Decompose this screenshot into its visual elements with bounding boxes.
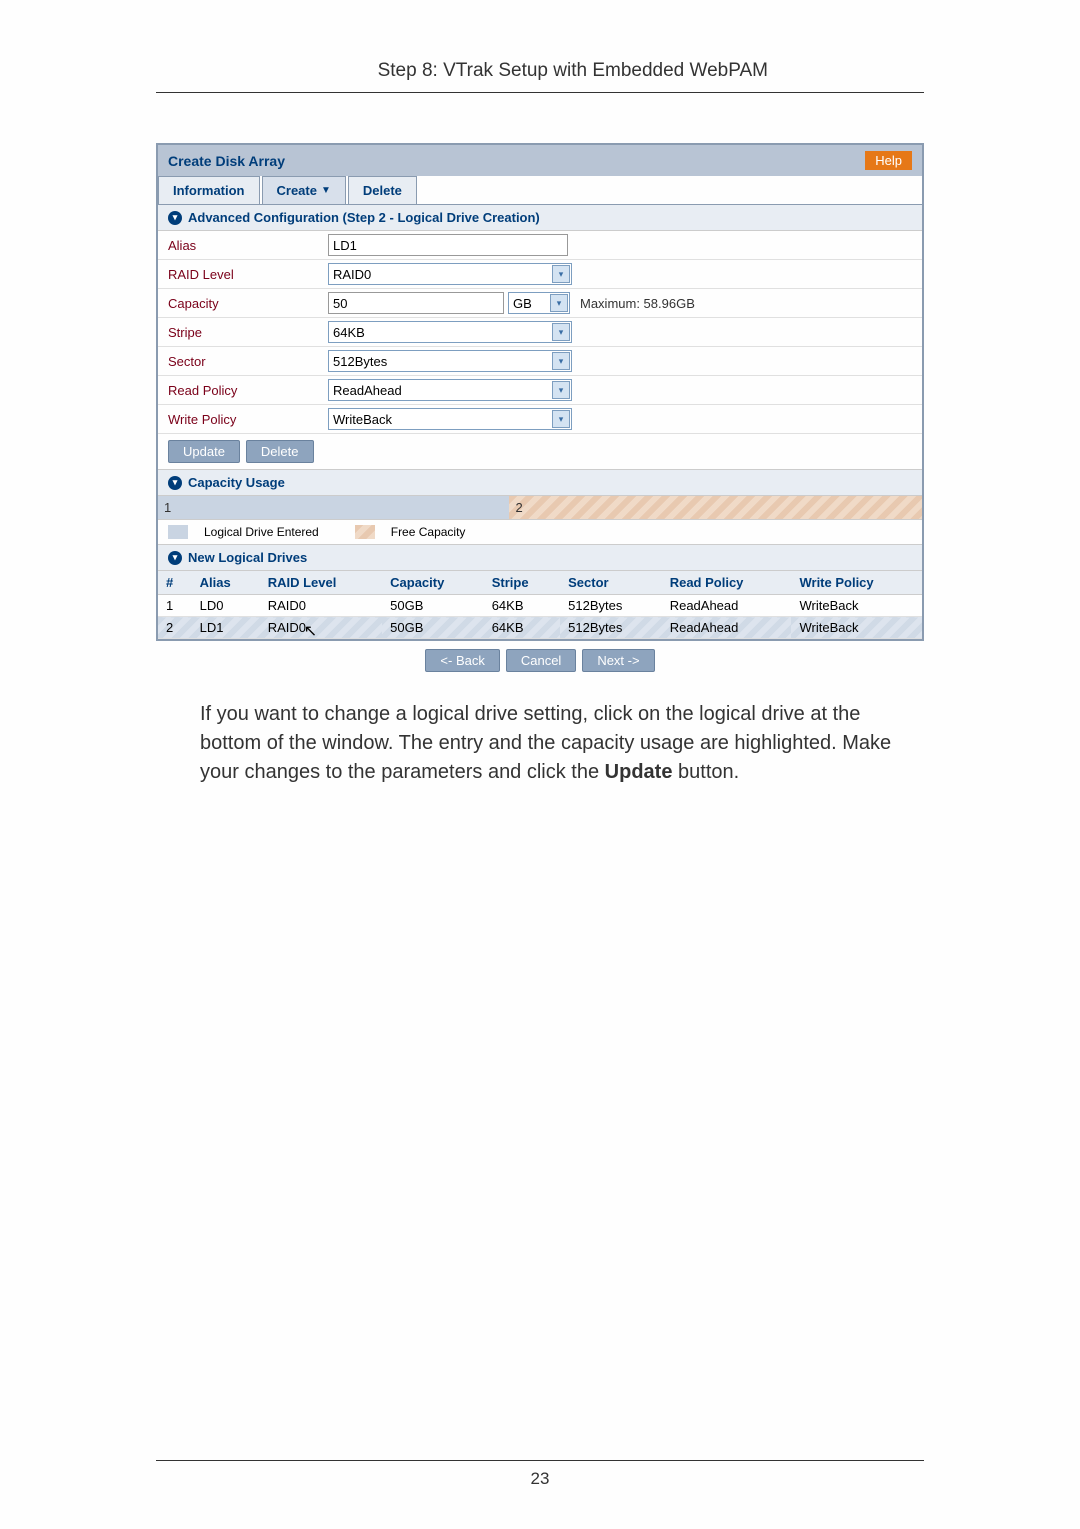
- read-policy-label: Read Policy: [168, 383, 328, 398]
- alias-input[interactable]: [328, 234, 568, 256]
- row-stripe: Stripe ▾: [158, 318, 922, 347]
- stripe-label: Stripe: [168, 325, 328, 340]
- update-button[interactable]: Update: [168, 440, 240, 463]
- delete-button[interactable]: Delete: [246, 440, 314, 463]
- tab-create[interactable]: Create ▼: [262, 176, 346, 204]
- page-number: 23: [156, 1460, 924, 1489]
- form-buttons: Update Delete: [158, 434, 922, 470]
- capacity-usage-header: ▾ Capacity Usage: [158, 470, 922, 496]
- cell-raid: RAID0 ↖: [260, 617, 382, 639]
- col-num: #: [158, 571, 192, 595]
- capacity-max-text: Maximum: 58.96GB: [580, 296, 695, 311]
- back-button[interactable]: <- Back: [425, 649, 499, 672]
- cell-num: 1: [158, 595, 192, 617]
- alias-label: Alias: [168, 238, 328, 253]
- cell-sector: 512Bytes: [560, 595, 662, 617]
- tab-information[interactable]: Information: [158, 176, 260, 204]
- capacity-legend: Logical Drive Entered Free Capacity: [158, 520, 922, 545]
- collapse-icon[interactable]: ▾: [168, 211, 182, 225]
- cell-raid: RAID0: [260, 595, 382, 617]
- row-alias: Alias: [158, 231, 922, 260]
- panel-title-bar: Create Disk Array Help: [158, 145, 922, 176]
- capacity-label: Capacity: [168, 296, 328, 311]
- step2-header: ▾ Advanced Configuration (Step 2 - Logic…: [158, 205, 922, 231]
- legend-free-label: Free Capacity: [391, 525, 466, 539]
- page-header: Step 8: VTrak Setup with Embedded WebPAM: [156, 0, 924, 93]
- capacity-input[interactable]: [328, 292, 504, 314]
- cell-read: ReadAhead: [662, 617, 792, 639]
- col-stripe: Stripe: [484, 571, 560, 595]
- create-disk-array-panel: Create Disk Array Help Information Creat…: [156, 143, 924, 641]
- cell-write: WriteBack: [791, 617, 922, 639]
- tab-delete[interactable]: Delete: [348, 176, 417, 204]
- wizard-nav-buttons: <- Back Cancel Next ->: [156, 641, 924, 680]
- col-read-policy: Read Policy: [662, 571, 792, 595]
- stripe-select[interactable]: [328, 321, 572, 343]
- cell-read: ReadAhead: [662, 595, 792, 617]
- panel-title: Create Disk Array: [168, 153, 285, 169]
- col-raid: RAID Level: [260, 571, 382, 595]
- col-capacity: Capacity: [382, 571, 484, 595]
- row-sector: Sector ▾: [158, 347, 922, 376]
- step2-title: Advanced Configuration (Step 2 - Logical…: [188, 210, 540, 225]
- raid-label: RAID Level: [168, 267, 328, 282]
- raid-select[interactable]: [328, 263, 572, 285]
- table-row[interactable]: 1 LD0 RAID0 50GB 64KB 512Bytes ReadAhead…: [158, 595, 922, 617]
- capacity-unit-select[interactable]: [508, 292, 570, 314]
- cell-stripe: 64KB: [484, 617, 560, 639]
- sector-label: Sector: [168, 354, 328, 369]
- row-raid-level: RAID Level ▾: [158, 260, 922, 289]
- usage-block-2: 2: [509, 496, 922, 519]
- chevron-down-icon: ▼: [321, 185, 331, 196]
- tab-create-label: Create: [277, 183, 317, 198]
- row-write-policy: Write Policy ▾: [158, 405, 922, 434]
- table-row[interactable]: 2 LD1 RAID0 ↖ 50GB 64KB 512Bytes ReadAhe…: [158, 617, 922, 639]
- collapse-icon[interactable]: ▾: [168, 476, 182, 490]
- collapse-icon[interactable]: ▾: [168, 551, 182, 565]
- legend-swatch-entered: [168, 525, 188, 539]
- cell-cap: 50GB: [382, 617, 484, 639]
- cursor-icon: ↖: [304, 621, 317, 641]
- read-policy-select[interactable]: [328, 379, 572, 401]
- cancel-button[interactable]: Cancel: [506, 649, 576, 672]
- write-policy-select[interactable]: [328, 408, 572, 430]
- cell-alias: LD0: [192, 595, 260, 617]
- cell-stripe: 64KB: [484, 595, 560, 617]
- cell-alias: LD1: [192, 617, 260, 639]
- cell-sector: 512Bytes: [560, 617, 662, 639]
- row-capacity: Capacity ▾ Maximum: 58.96GB: [158, 289, 922, 318]
- instruction-text: If you want to change a logical drive se…: [200, 700, 910, 787]
- help-link[interactable]: Help: [865, 151, 912, 170]
- sector-select[interactable]: [328, 350, 572, 372]
- cell-cap: 50GB: [382, 595, 484, 617]
- cell-num: 2: [158, 617, 192, 639]
- new-drives-title: New Logical Drives: [188, 550, 307, 565]
- next-button[interactable]: Next ->: [582, 649, 654, 672]
- capacity-usage-title: Capacity Usage: [188, 475, 285, 490]
- cell-write: WriteBack: [791, 595, 922, 617]
- tabs-row: Information Create ▼ Delete: [158, 176, 922, 205]
- legend-swatch-free: [355, 525, 375, 539]
- new-drives-table: # Alias RAID Level Capacity Stripe Secto…: [158, 571, 922, 639]
- col-sector: Sector: [560, 571, 662, 595]
- write-policy-label: Write Policy: [168, 412, 328, 427]
- col-alias: Alias: [192, 571, 260, 595]
- col-write-policy: Write Policy: [791, 571, 922, 595]
- new-drives-header: ▾ New Logical Drives: [158, 545, 922, 571]
- legend-entered-label: Logical Drive Entered: [204, 525, 319, 539]
- capacity-usage-bar: 1 2: [158, 496, 922, 520]
- usage-block-1: 1: [158, 496, 509, 519]
- row-read-policy: Read Policy ▾: [158, 376, 922, 405]
